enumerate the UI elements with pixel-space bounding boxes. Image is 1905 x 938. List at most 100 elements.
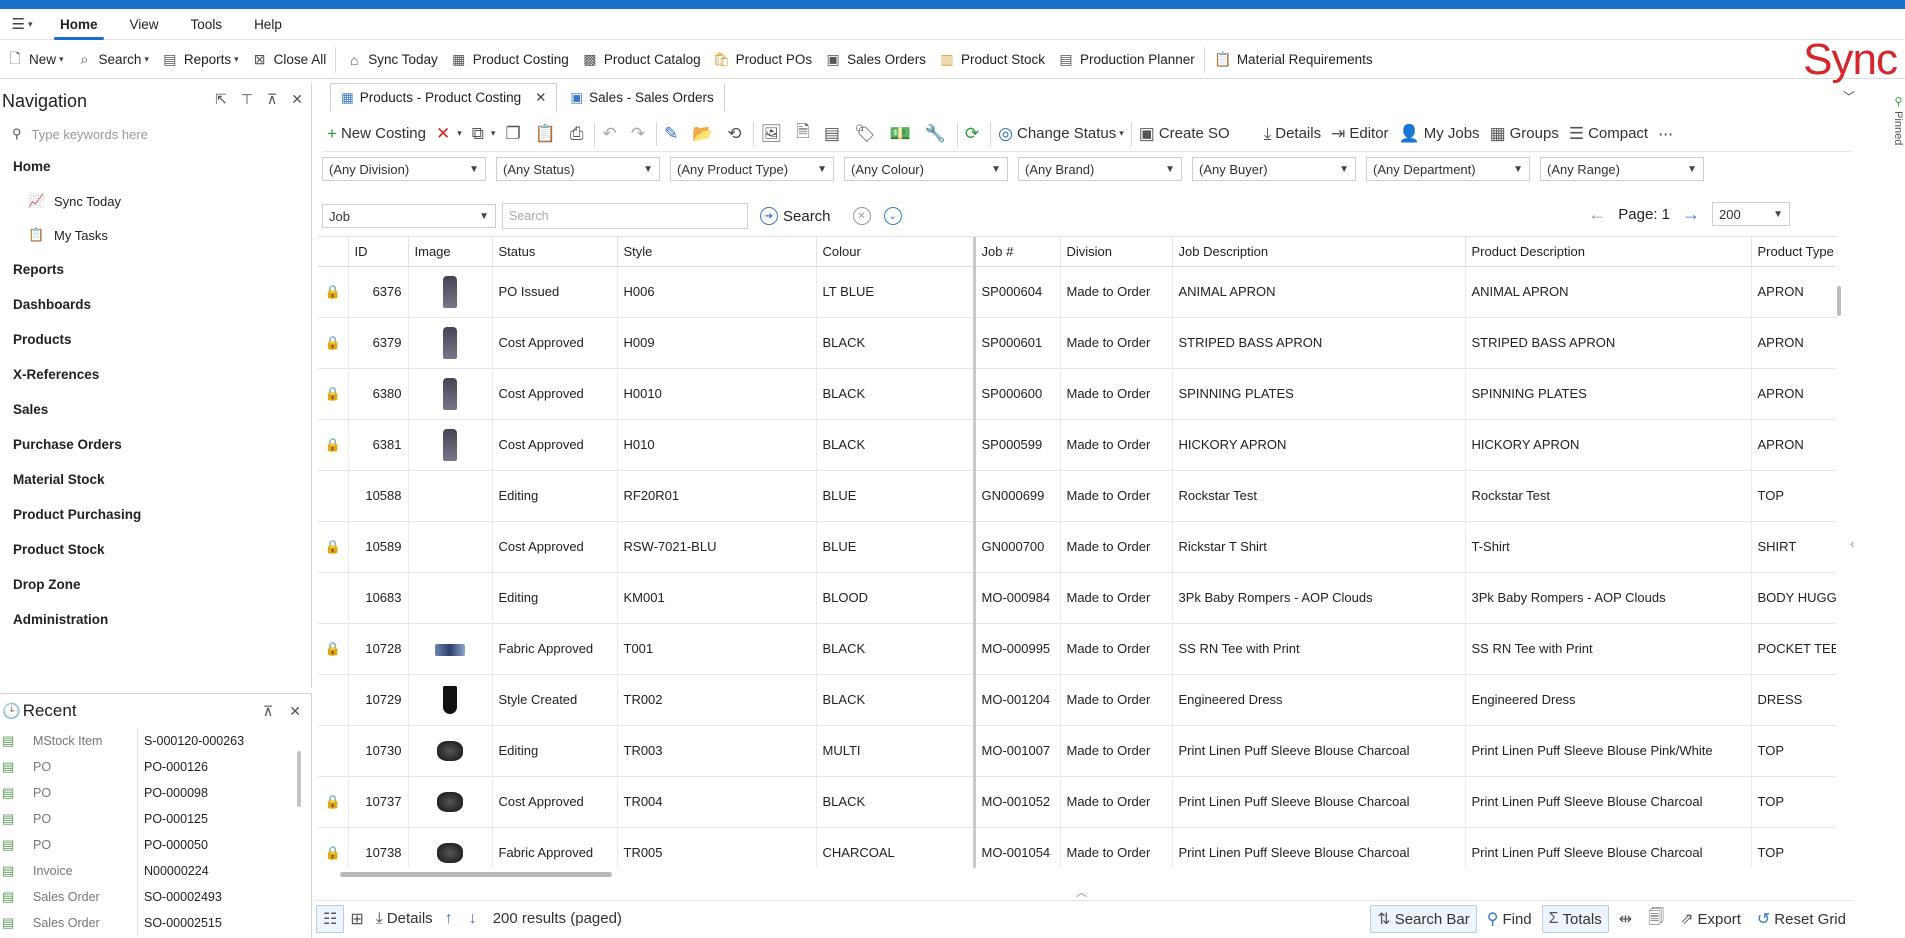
tab-sales-orders[interactable]: ▣ Sales - Sales Orders (559, 83, 725, 111)
sync-today-button[interactable]: ⌂ Sync Today (339, 45, 444, 75)
table-row[interactable]: 🔒 10589 Cost Approved RSW-7021-BLU BLUE GN000… (318, 521, 1836, 573)
open-folder-button[interactable]: 📂 (687, 119, 722, 149)
nav-products[interactable]: Products (0, 322, 311, 357)
product-catalog-button[interactable]: ▩ Product Catalog (575, 45, 707, 75)
nav-reports[interactable]: Reports (0, 252, 311, 287)
column-header-status[interactable]: Status (492, 237, 618, 267)
search-menu-button[interactable]: ⌕ Search ▾ (70, 45, 155, 75)
production-planner-button[interactable]: ▤ Production Planner (1051, 45, 1201, 75)
groups-button[interactable]: ▦ Groups (1485, 119, 1564, 149)
nav-my-tasks[interactable]: 📋 My Tasks (0, 218, 311, 252)
tree-icon[interactable]: ⊤ (241, 91, 253, 108)
table-row[interactable]: 🔒 6376 PO Issued H006 LT BLUE SP000604 Made to… (318, 266, 1836, 318)
search-field-select[interactable]: Job ▼ (322, 204, 496, 228)
recent-item[interactable]: ▤ Invoice N00000224 (0, 858, 311, 884)
nav-home[interactable]: Home (0, 149, 311, 184)
status-details-button[interactable]: ⤓ Details (370, 905, 439, 933)
print-button[interactable]: ⎙ (565, 119, 593, 149)
colour-filter[interactable]: (Any Colour) ▼ (844, 157, 1008, 181)
pinned-panel-tab[interactable]: ⚲ Pinned (1875, 95, 1905, 175)
fit-columns-button[interactable]: ⇹ (1613, 905, 1638, 933)
product-costing-button[interactable]: ▦ Product Costing (444, 45, 575, 75)
sales-orders-button[interactable]: ▣ Sales Orders (818, 45, 932, 75)
pin-icon[interactable]: ⊼ (267, 91, 277, 108)
nav-sync-today[interactable]: 📈 Sync Today (0, 184, 311, 218)
menu-help[interactable]: Help (238, 9, 298, 40)
department-filter[interactable]: (Any Department) ▼ (1366, 157, 1530, 181)
change-status-button[interactable]: ◎ Change Status ▾ (993, 119, 1129, 149)
search-bar-toggle[interactable]: ⇅ Search Bar (1370, 905, 1477, 933)
nav-purchase-orders[interactable]: Purchase Orders (0, 427, 311, 462)
next-page-icon[interactable]: → (1682, 204, 1700, 225)
redo-button[interactable]: ↷ (626, 119, 654, 149)
card-view-button[interactable]: ⊞ (344, 905, 369, 933)
chevron-left-icon[interactable]: ‹ (1850, 535, 1855, 551)
product-stock-button[interactable]: ▥ Product Stock (932, 45, 1051, 75)
recent-item[interactable]: ▤ PO PO-000050 (0, 832, 311, 858)
export-button[interactable]: ⇗ Export (1674, 905, 1747, 933)
tag-button[interactable]: 🏷 (849, 119, 885, 149)
more-options-icon[interactable]: ⋯ (1653, 119, 1678, 149)
table-row[interactable]: 🔒 10737 Cost Approved TR004 BLACK MO-001052 Ma… (318, 776, 1836, 828)
table-row[interactable]: 🔒 10738 Fabric Approved TR005 CHARCOAL MO-001… (318, 827, 1836, 868)
recent-item[interactable]: ▤ PO PO-000125 (0, 806, 311, 832)
brand-filter[interactable]: (Any Brand) ▼ (1018, 157, 1182, 181)
clear-search-button[interactable]: ✕ (852, 207, 876, 225)
edit-button[interactable]: ✎ (659, 119, 687, 149)
column-header-job-number[interactable]: Job # (974, 237, 1061, 267)
nav-sales[interactable]: Sales (0, 392, 311, 427)
column-header-product-description[interactable]: Product Description (1465, 237, 1752, 267)
column-header-job-description[interactable]: Job Description (1172, 237, 1466, 267)
reports-button[interactable]: ▤ Reports ▾ (155, 45, 245, 75)
new-button[interactable]: 🗋 New ▾ (0, 45, 70, 75)
column-header-division[interactable]: Division (1060, 237, 1173, 267)
table-row[interactable]: 10730 Editing TR003 MULTI MO-001007 Made to O… (318, 725, 1836, 777)
close-tab-icon[interactable]: ✕ (535, 90, 546, 106)
copy-menu-button[interactable]: ⧉ ▾ (467, 119, 501, 149)
previous-page-icon[interactable]: ← (1588, 204, 1606, 225)
search-button[interactable]: ➜ Search (760, 207, 831, 225)
move-down-button[interactable]: ↓ (463, 905, 487, 933)
tab-product-costing[interactable]: ▦ Products - Product Costing ✕ (330, 83, 558, 111)
editor-button[interactable]: ⇥ Editor (1326, 119, 1393, 149)
nav-administration[interactable]: Administration (0, 602, 311, 637)
table-row[interactable]: 10588 Editing RF20R01 BLUE GN000699 Made to O… (318, 470, 1836, 522)
image-button[interactable]: 🖼 (756, 119, 792, 149)
recent-item[interactable]: ▤ PO PO-000098 (0, 780, 311, 806)
table-row[interactable]: 🔒 10728 Fabric Approved T001 BLACK MO-000995 M… (318, 623, 1836, 675)
app-menu-icon[interactable]: ☰ ▾ (0, 9, 44, 40)
vertical-scrollbar[interactable] (1837, 286, 1841, 316)
list-view-button[interactable]: ☷ (316, 904, 345, 933)
nav-x-references[interactable]: X-References (0, 357, 311, 392)
column-header-product-type[interactable]: Product Type (1751, 237, 1836, 267)
column-header-style[interactable]: Style (617, 237, 817, 267)
table-row[interactable]: 10729 Style Created TR002 BLACK MO-001204 Mad… (318, 674, 1836, 726)
compact-button[interactable]: ☰ Compact (1564, 119, 1653, 149)
buyer-filter[interactable]: (Any Buyer) ▼ (1192, 157, 1356, 181)
nav-product-purchasing[interactable]: Product Purchasing (0, 497, 311, 532)
menu-tools[interactable]: Tools (175, 9, 239, 40)
delete-button[interactable]: ✕ ▾ (431, 119, 467, 149)
recent-item[interactable]: ▤ Sales Order SO-00002493 (0, 884, 311, 910)
report-button[interactable]: ▤ (819, 119, 849, 149)
recent-item[interactable]: ▤ Sales Order SO-00002515 (0, 910, 311, 936)
refresh-button[interactable]: ⟳ (960, 119, 988, 149)
my-jobs-button[interactable]: 👤 My Jobs (1394, 119, 1485, 149)
column-header-image[interactable]: Image (408, 237, 493, 267)
recent-item[interactable]: ▤ MStock Item S-000120-000263 (0, 728, 311, 754)
duplicate-button[interactable]: ❐ (500, 119, 529, 149)
find-button[interactable]: ⚲ Find (1481, 905, 1538, 933)
create-so-button[interactable]: ▣ Create SO (1134, 119, 1235, 149)
column-header-colour[interactable]: Colour (816, 237, 976, 267)
move-up-button[interactable]: ↑ (439, 905, 463, 933)
status-filter[interactable]: (Any Status) ▼ (496, 157, 660, 181)
page-size-select[interactable]: 200 ▼ (1712, 202, 1790, 226)
recent-item[interactable]: ▤ PO PO-000126 (0, 754, 311, 780)
undo-button[interactable]: ↶ (597, 119, 625, 149)
search-input[interactable]: Search (502, 203, 748, 229)
history-button[interactable]: ⟲ (722, 119, 750, 149)
chevron-up-icon[interactable]: ︿ (1076, 884, 1087, 900)
close-icon[interactable]: ✕ (291, 91, 303, 108)
menu-view[interactable]: View (114, 9, 175, 40)
table-row[interactable]: 🔒 6380 Cost Approved H0010 BLACK SP000600 Made… (318, 368, 1836, 420)
